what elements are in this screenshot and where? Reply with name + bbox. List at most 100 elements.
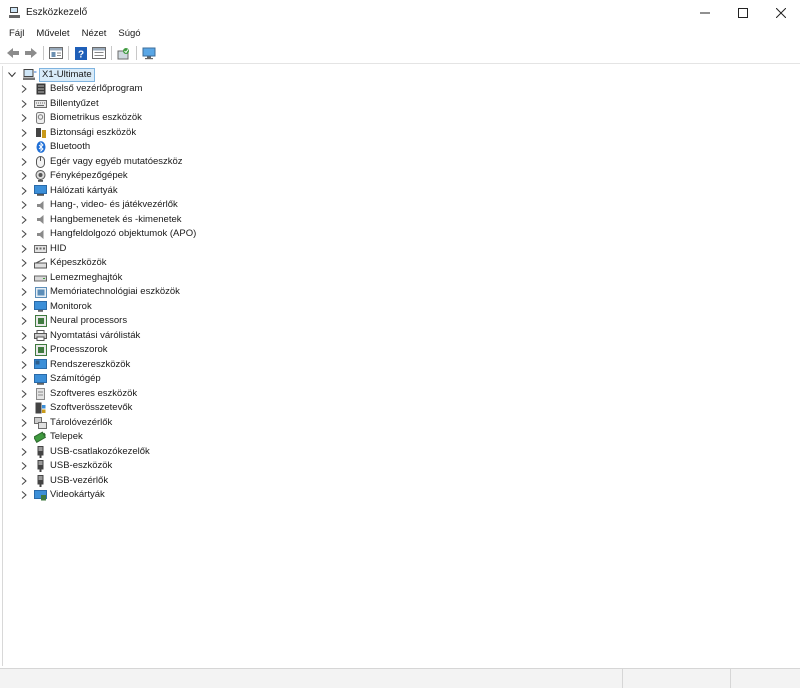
tree-category-label[interactable]: Videokártyák [50, 488, 105, 502]
chevron-right-icon[interactable] [19, 229, 29, 239]
chevron-right-icon[interactable] [19, 215, 29, 225]
tree-root-label[interactable]: X1-Ultimate [39, 68, 95, 82]
tree-category-row[interactable]: Hangfeldolgozó objektumok (APO) [19, 227, 196, 242]
tree-category-row[interactable]: Biometrikus eszközök [19, 111, 196, 126]
tree-category-row[interactable]: HID [19, 242, 196, 257]
chevron-right-icon[interactable] [19, 258, 29, 268]
tree-category-row[interactable]: USB-csatlakozókezelők [19, 445, 196, 460]
tree-category-row[interactable]: Rendszereszközök [19, 358, 196, 373]
tree-category-label[interactable]: Rendszereszközök [50, 358, 130, 372]
tree-category-row[interactable]: Memóriatechnológiai eszközök [19, 285, 196, 300]
chevron-right-icon[interactable] [19, 200, 29, 210]
device-tree[interactable]: X1-Ultimate Belső vezérlőprogram Billenty… [2, 66, 798, 666]
tree-category-label[interactable]: Biometrikus eszközök [50, 111, 142, 125]
tree-category-row[interactable]: Tárolóvezérlők [19, 416, 196, 431]
menu-help[interactable]: Súgó [112, 25, 146, 43]
menu-file[interactable]: Fájl [3, 25, 30, 43]
chevron-right-icon[interactable] [19, 157, 29, 167]
minimize-button[interactable] [686, 0, 724, 25]
tree-category-label[interactable]: Memóriatechnológiai eszközök [50, 285, 180, 299]
tree-category-row[interactable]: USB-eszközök [19, 459, 196, 474]
tree-category-row[interactable]: Fényképezőgépek [19, 169, 196, 184]
scan-hardware-button[interactable] [115, 44, 133, 62]
tree-category-row[interactable]: Képeszközök [19, 256, 196, 271]
properties-view-button[interactable] [47, 44, 65, 62]
tree-category-label[interactable]: Szoftveres eszközök [50, 387, 137, 401]
tree-category-row[interactable]: Bluetooth [19, 140, 196, 155]
tree-category-label[interactable]: Tárolóvezérlők [50, 416, 112, 430]
tree-category-row[interactable]: Billentyűzet [19, 97, 196, 112]
tree-category-label[interactable]: Belső vezérlőprogram [50, 82, 142, 96]
chevron-right-icon[interactable] [19, 99, 29, 109]
tree-category-label[interactable]: Monitorok [50, 300, 92, 314]
tree-category-label[interactable]: USB-csatlakozókezelők [50, 445, 150, 459]
tree-category-row[interactable]: USB-vezérlők [19, 474, 196, 489]
menu-action[interactable]: Művelet [30, 25, 75, 43]
chevron-right-icon[interactable] [19, 302, 29, 312]
tree-category-label[interactable]: Képeszközök [50, 256, 107, 270]
chevron-right-icon[interactable] [19, 461, 29, 471]
tree-category-row[interactable]: Nyomtatási várólisták [19, 329, 196, 344]
chevron-right-icon[interactable] [19, 374, 29, 384]
chevron-right-icon[interactable] [19, 389, 29, 399]
title-bar[interactable]: Eszközkezelő [0, 0, 800, 25]
chevron-right-icon[interactable] [19, 171, 29, 181]
chevron-right-icon[interactable] [19, 287, 29, 297]
tree-category-row[interactable]: Belső vezérlőprogram [19, 82, 196, 97]
tree-category-label[interactable]: USB-vezérlők [50, 474, 108, 488]
chevron-right-icon[interactable] [19, 447, 29, 457]
chevron-right-icon[interactable] [19, 128, 29, 138]
tree-category-label[interactable]: Billentyűzet [50, 97, 99, 111]
tree-root[interactable]: X1-Ultimate [7, 68, 95, 82]
tree-category-row[interactable]: Hang-, video- és játékvezérlők [19, 198, 196, 213]
tree-category-label[interactable]: Hálózati kártyák [50, 184, 118, 198]
tree-category-label[interactable]: Neural processors [50, 314, 127, 328]
chevron-right-icon[interactable] [19, 273, 29, 283]
menu-view[interactable]: Nézet [76, 25, 113, 43]
chevron-right-icon[interactable] [19, 490, 29, 500]
chevron-right-icon[interactable] [19, 432, 29, 442]
tree-category-label[interactable]: Processzorok [50, 343, 108, 357]
chevron-right-icon[interactable] [19, 186, 29, 196]
chevron-right-icon[interactable] [19, 331, 29, 341]
tree-category-label[interactable]: Biztonsági eszközök [50, 126, 136, 140]
tree-category-label[interactable]: Lemezmeghajtók [50, 271, 122, 285]
chevron-right-icon[interactable] [19, 142, 29, 152]
chevron-right-icon[interactable] [19, 84, 29, 94]
tree-category-label[interactable]: Hangfeldolgozó objektumok (APO) [50, 227, 196, 241]
chevron-down-icon[interactable] [7, 70, 17, 80]
chevron-right-icon[interactable] [19, 113, 29, 123]
tree-category-label[interactable]: USB-eszközök [50, 459, 112, 473]
tree-category-row[interactable]: Biztonsági eszközök [19, 126, 196, 141]
tree-category-row[interactable]: Szoftveres eszközök [19, 387, 196, 402]
tree-category-row[interactable]: Lemezmeghajtók [19, 271, 196, 286]
tree-category-label[interactable]: HID [50, 242, 66, 256]
close-button[interactable] [762, 0, 800, 25]
tree-category-label[interactable]: Számítógép [50, 372, 101, 386]
tree-category-label[interactable]: Hang-, video- és játékvezérlők [50, 198, 178, 212]
forward-button[interactable] [22, 44, 40, 62]
chevron-right-icon[interactable] [19, 316, 29, 326]
chevron-right-icon[interactable] [19, 476, 29, 486]
tree-category-row[interactable]: Szoftverösszetevők [19, 401, 196, 416]
tree-category-label[interactable]: Szoftverösszetevők [50, 401, 132, 415]
monitor-button[interactable] [140, 44, 158, 62]
tree-category-label[interactable]: Fényképezőgépek [50, 169, 128, 183]
tree-category-row[interactable]: Monitorok [19, 300, 196, 315]
back-button[interactable] [4, 44, 22, 62]
tree-category-label[interactable]: Bluetooth [50, 140, 90, 154]
tree-category-label[interactable]: Hangbemenetek és -kimenetek [50, 213, 182, 227]
chevron-right-icon[interactable] [19, 403, 29, 413]
tree-category-label[interactable]: Egér vagy egyéb mutatóeszköz [50, 155, 183, 169]
tree-category-row[interactable]: Neural processors [19, 314, 196, 329]
tree-category-row[interactable]: Processzorok [19, 343, 196, 358]
tree-category-row[interactable]: Egér vagy egyéb mutatóeszköz [19, 155, 196, 170]
chevron-right-icon[interactable] [19, 360, 29, 370]
tree-category-label[interactable]: Nyomtatási várólisták [50, 329, 140, 343]
tree-category-row[interactable]: Hálózati kártyák [19, 184, 196, 199]
tree-category-row[interactable]: Számítógép [19, 372, 196, 387]
tree-category-row[interactable]: Hangbemenetek és -kimenetek [19, 213, 196, 228]
chevron-right-icon[interactable] [19, 418, 29, 428]
chevron-right-icon[interactable] [19, 244, 29, 254]
chevron-right-icon[interactable] [19, 345, 29, 355]
